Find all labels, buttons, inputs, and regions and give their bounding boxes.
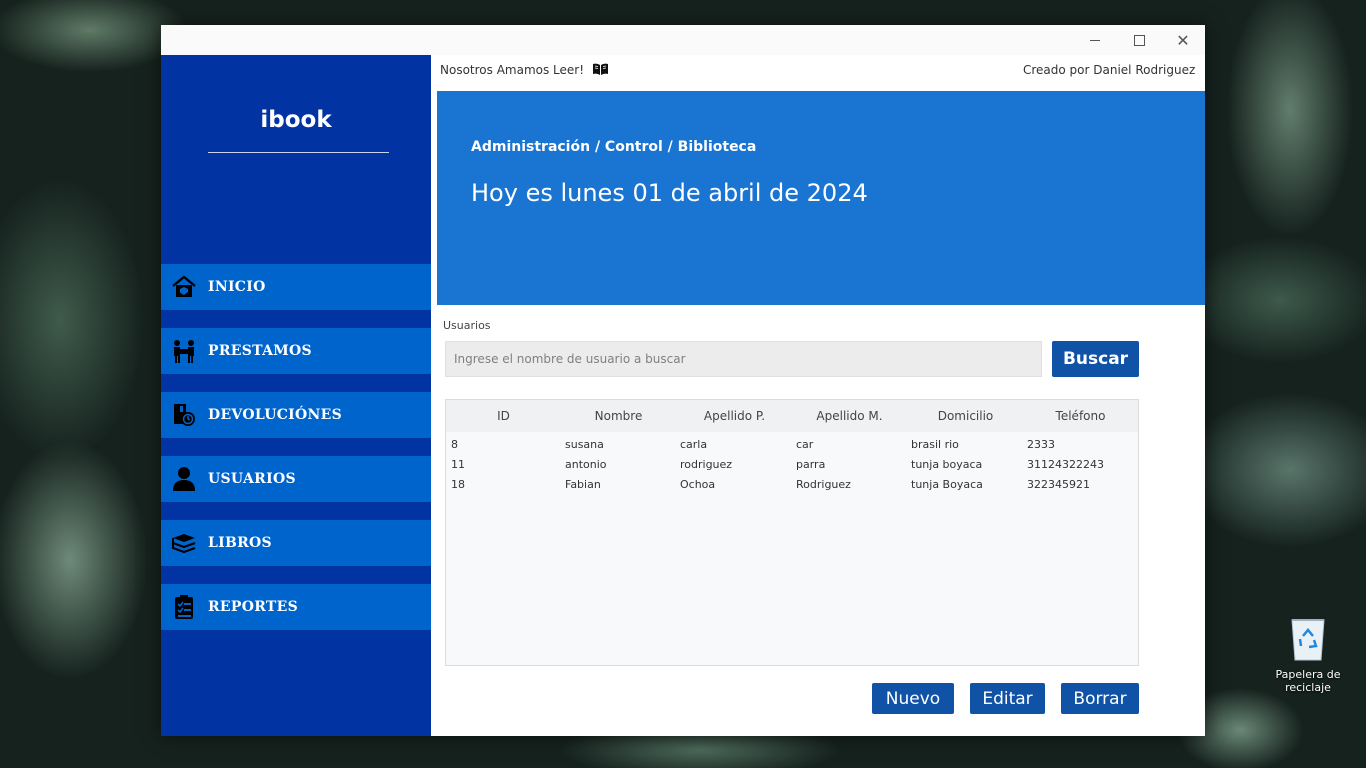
cell-id: 11	[451, 457, 465, 471]
sidebar-item-inicio[interactable]: INICIO	[161, 264, 431, 310]
recycle-bin-label: Papelera de reciclaje	[1275, 668, 1341, 694]
column-header-id[interactable]: ID	[446, 400, 561, 432]
cell-nombre: Fabian	[565, 477, 601, 491]
maximize-icon	[1133, 34, 1145, 46]
column-header-telefono[interactable]: Teléfono	[1023, 400, 1138, 432]
cell-nombre: susana	[565, 437, 604, 451]
brand-divider	[208, 152, 389, 153]
cell-apellido-p: rodriguez	[680, 457, 733, 471]
cell-id: 18	[451, 477, 465, 491]
column-header-apellido-p[interactable]: Apellido P.	[677, 400, 792, 432]
breadcrumb: Administración / Control / Biblioteca	[471, 139, 757, 155]
new-button[interactable]: Nuevo	[872, 683, 954, 714]
cell-apellido-p: carla	[680, 437, 708, 451]
search-button[interactable]: Buscar	[1052, 341, 1139, 377]
brand-title: ibook	[260, 107, 332, 133]
sidebar-item-prestamos[interactable]: PRESTAMOS	[161, 328, 431, 374]
table-row[interactable]: 8 susana carla car brasil rio 2333	[446, 434, 1138, 454]
cell-apellido-m: parra	[796, 457, 826, 471]
current-date: Hoy es lunes 01 de abril de 2024	[471, 179, 868, 207]
section-label-usuarios: Usuarios	[443, 319, 491, 332]
home-icon	[171, 274, 197, 300]
sidebar-item-devoluciones[interactable]: DEVOLUCIÓNES	[161, 392, 431, 438]
sidebar-item-label: USUARIOS	[208, 471, 296, 487]
cell-apellido-m: car	[796, 437, 814, 451]
column-header-apellido-m[interactable]: Apellido M.	[792, 400, 907, 432]
title-bar: ✕	[161, 25, 1205, 55]
users-table[interactable]: ID Nombre Apellido P. Apellido M. Domici…	[445, 399, 1139, 666]
app-window: ✕ ibook INICIO PRESTAMOS DEVOLUCIÓNES US…	[161, 25, 1205, 736]
close-button[interactable]: ✕	[1161, 25, 1205, 55]
table-row[interactable]: 11 antonio rodriguez parra tunja boyaca …	[446, 454, 1138, 474]
cell-domicilio: tunja boyaca	[911, 457, 983, 471]
cell-domicilio: tunja Boyaca	[911, 477, 983, 491]
sidebar-item-label: DEVOLUCIÓNES	[208, 407, 342, 423]
maximize-button[interactable]	[1117, 25, 1161, 55]
desktop-recycle-bin[interactable]: Papelera de reciclaje	[1268, 616, 1348, 694]
column-header-domicilio[interactable]: Domicilio	[908, 400, 1023, 432]
cell-domicilio: brasil rio	[911, 437, 959, 451]
sidebar: ibook INICIO PRESTAMOS DEVOLUCIÓNES USUA	[161, 55, 431, 736]
recycle-bin-icon	[1288, 616, 1328, 662]
cell-telefono: 31124322243	[1027, 457, 1104, 471]
cell-telefono: 322345921	[1027, 477, 1090, 491]
cell-apellido-p: Ochoa	[680, 477, 716, 491]
table-header: ID Nombre Apellido P. Apellido M. Domici…	[446, 400, 1138, 432]
loan-people-icon	[171, 338, 197, 364]
edit-button[interactable]: Editar	[970, 683, 1045, 714]
sidebar-item-label: PRESTAMOS	[208, 343, 312, 359]
sidebar-item-label: INICIO	[208, 279, 266, 295]
credit-text: Creado por Daniel Rodriguez	[1023, 63, 1196, 77]
clipboard-icon	[171, 594, 197, 620]
books-icon	[171, 530, 197, 556]
sidebar-item-libros[interactable]: LIBROS	[161, 520, 431, 566]
delete-button[interactable]: Borrar	[1061, 683, 1139, 714]
cell-apellido-m: Rodriguez	[796, 477, 851, 491]
return-icon	[171, 402, 197, 428]
cell-nombre: antonio	[565, 457, 607, 471]
minimize-icon	[1090, 39, 1100, 41]
sidebar-item-reportes[interactable]: REPORTES	[161, 584, 431, 630]
sidebar-item-usuarios[interactable]: USUARIOS	[161, 456, 431, 502]
sidebar-item-label: LIBROS	[208, 535, 272, 551]
table-row[interactable]: 18 Fabian Ochoa Rodriguez tunja Boyaca 3…	[446, 474, 1138, 494]
minimize-button[interactable]	[1073, 25, 1117, 55]
tagline: Nosotros Amamos Leer!	[440, 63, 609, 79]
column-header-nombre[interactable]: Nombre	[561, 400, 676, 432]
close-icon: ✕	[1176, 30, 1190, 50]
cell-telefono: 2333	[1027, 437, 1055, 451]
user-search-input[interactable]	[445, 341, 1042, 377]
open-book-icon	[592, 63, 609, 79]
tagline-text: Nosotros Amamos Leer!	[440, 63, 585, 77]
cell-id: 8	[451, 437, 458, 451]
sidebar-item-label: REPORTES	[208, 599, 299, 615]
header-banner: Administración / Control / Biblioteca Ho…	[437, 91, 1205, 305]
user-icon	[171, 466, 197, 492]
